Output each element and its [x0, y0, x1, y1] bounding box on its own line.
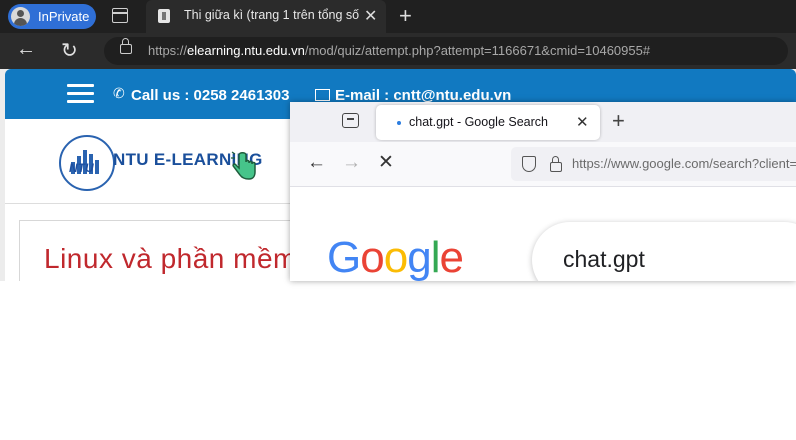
- google-logo-letter: G: [327, 233, 361, 281]
- lock-icon[interactable]: [550, 156, 562, 172]
- google-logo[interactable]: Google: [327, 233, 464, 281]
- edge-url-field[interactable]: https://elearning.ntu.edu.vn/mod/quiz/at…: [104, 37, 788, 65]
- google-logo-letter: o: [383, 233, 409, 281]
- quiz-favicon-icon: [158, 9, 170, 23]
- lock-icon[interactable]: [120, 38, 132, 54]
- ntu-logo[interactable]: NTU: [59, 135, 115, 191]
- edge-back-icon[interactable]: ←: [16, 38, 36, 61]
- google-logo-letter: e: [439, 233, 464, 281]
- inprivate-button[interactable]: InPrivate: [8, 4, 96, 29]
- search-query-text: chat.gpt: [563, 246, 645, 272]
- edge-url-host: elearning.ntu.edu.vn: [187, 43, 305, 58]
- edge-tab-title: Thi giữa kì (trang 1 trên tổng số 1): [184, 8, 362, 22]
- edge-tab-close-icon[interactable]: ✕: [364, 6, 377, 26]
- call-us-text: Call us : 0258 2461303: [131, 87, 290, 104]
- edge-url-scheme: https://: [148, 43, 188, 58]
- mail-icon: [315, 89, 330, 101]
- google-logo-letter: o: [360, 233, 385, 281]
- firefox-window: chat.gpt - Google Search ✕ + ← → ✕ https…: [290, 102, 796, 281]
- edge-tab-quiz[interactable]: Thi giữa kì (trang 1 trên tổng số 1) ✕: [146, 0, 386, 33]
- firefox-stop-icon[interactable]: ✕: [378, 151, 394, 174]
- hamburger-menu-icon[interactable]: [67, 84, 94, 103]
- firefox-tab-bar: chat.gpt - Google Search ✕ +: [290, 102, 796, 142]
- inprivate-label: InPrivate: [38, 9, 90, 24]
- firefox-url-text: https://www.google.com/search?client=fir…: [572, 156, 796, 171]
- tracking-shield-icon[interactable]: [522, 156, 536, 172]
- edge-new-tab-button[interactable]: +: [399, 3, 412, 29]
- phone-icon: ✆: [113, 85, 125, 101]
- firefox-forward-icon[interactable]: →: [342, 152, 361, 174]
- google-logo-letter: g: [407, 233, 432, 281]
- loading-dot-icon: [397, 121, 401, 125]
- firefox-view-icon[interactable]: [342, 113, 359, 128]
- firefox-tab-google-search[interactable]: chat.gpt - Google Search ✕: [376, 105, 600, 140]
- firefox-new-tab-button[interactable]: +: [612, 108, 625, 134]
- google-search-box[interactable]: chat.gpt: [532, 222, 796, 281]
- pointing-hand-icon: [231, 151, 256, 180]
- firefox-back-icon[interactable]: ←: [307, 152, 326, 174]
- edge-url-path: /mod/quiz/attempt.php?attempt=1166671&cm…: [304, 43, 651, 58]
- firefox-tab-title: chat.gpt - Google Search: [409, 115, 548, 129]
- edge-address-bar: ← ↻ https://elearning.ntu.edu.vn/mod/qui…: [0, 33, 796, 69]
- profile-avatar-icon: [11, 7, 30, 26]
- firefox-nav-bar: ← → ✕ https://www.google.com/search?clie…: [290, 142, 796, 187]
- tab-actions-icon[interactable]: [112, 8, 128, 23]
- edge-reload-icon[interactable]: ↻: [61, 38, 78, 63]
- firefox-url-field[interactable]: https://www.google.com/search?client=fir…: [511, 147, 796, 181]
- edge-tab-bar: InPrivate Thi giữa kì (trang 1 trên tổng…: [0, 0, 796, 33]
- logo-text: NTU: [69, 161, 94, 175]
- firefox-tab-close-icon[interactable]: ✕: [576, 113, 589, 131]
